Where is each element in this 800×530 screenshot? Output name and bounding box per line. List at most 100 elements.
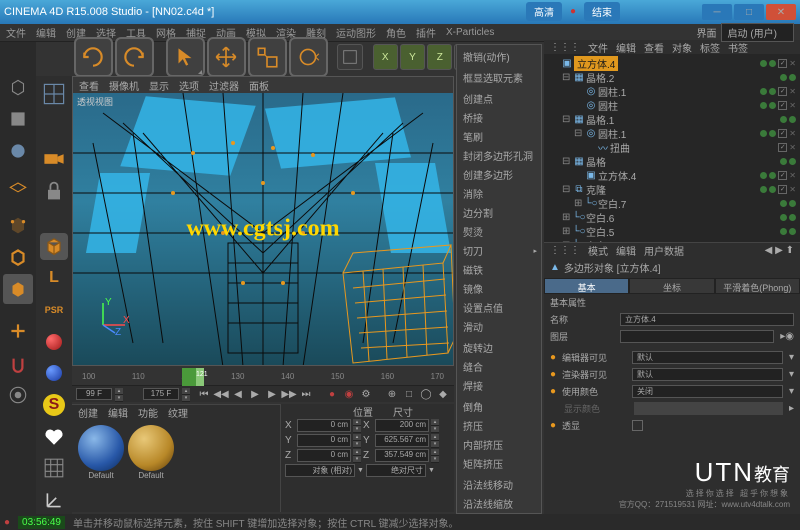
attr-tab-edit[interactable]: 编辑 (616, 243, 636, 258)
tree-row[interactable]: ▣立方体.4✓✕ (544, 168, 800, 182)
coord-mode[interactable]: 对象 (相对) (285, 464, 355, 477)
ctx-spin-edge[interactable]: 旋转边 (457, 338, 541, 357)
viewport-layout-button[interactable] (40, 80, 68, 108)
play-button[interactable]: ▶ (248, 388, 262, 400)
lock-icon[interactable] (40, 177, 68, 205)
menu-edit[interactable]: 编辑 (36, 25, 56, 40)
size-x[interactable]: 200 cm (375, 419, 429, 432)
tree-row[interactable]: ⊟▦晶格.1 (544, 112, 800, 126)
mat-tab-function[interactable]: 功能 (138, 405, 158, 420)
ctx-close-hole[interactable]: 封闭多边形孔洞 (457, 146, 541, 165)
ctx-weld[interactable]: 焊接 (457, 376, 541, 395)
s-icon[interactable]: S (40, 391, 68, 419)
menu-mograph[interactable]: 运动图形 (336, 25, 376, 40)
vp-menu-cameras[interactable]: 摄像机 (109, 78, 139, 93)
ctx-stitch[interactable]: 缝合 (457, 357, 541, 376)
viewport[interactable]: 查看 摄像机 显示 选项 过滤器 面板 透视视图 (72, 76, 454, 366)
record-button[interactable]: ● (325, 388, 339, 400)
vp-menu-view[interactable]: 查看 (79, 78, 99, 93)
edge-mode-button[interactable] (3, 242, 33, 272)
vp-menu-filter[interactable]: 过滤器 (209, 78, 239, 93)
start-spinner[interactable]: ▴▾ (115, 388, 123, 401)
ctx-iron[interactable]: 熨烫 (457, 222, 541, 241)
axis-l-icon[interactable]: L (40, 264, 68, 292)
ctx-normal-move[interactable]: 沿法线移动 (457, 475, 541, 494)
texture-mode-button[interactable] (3, 136, 33, 166)
ctx-brush[interactable]: 笔刷 (457, 127, 541, 146)
param-key-button[interactable]: ◆ (436, 388, 450, 400)
attr-render-vis[interactable]: 默认 (632, 368, 783, 381)
viewport-canvas[interactable]: 透视视图 (73, 93, 453, 365)
timeline-ruler[interactable]: 100 110 120 130 140 150 160 170 121 (72, 368, 454, 386)
prev-key-button[interactable]: ◀◀ (214, 388, 228, 400)
ctx-mirror[interactable]: 镜像 (457, 279, 541, 298)
vp-menu-options[interactable]: 选项 (179, 78, 199, 93)
tree-row[interactable]: ◎圆柱.1✓✕ (544, 84, 800, 98)
obj-tab-view[interactable]: 查看 (644, 40, 664, 55)
playhead[interactable] (182, 368, 196, 386)
point-mode-button[interactable] (3, 210, 33, 240)
menu-plugins[interactable]: 插件 (416, 25, 436, 40)
ctx-create-poly[interactable]: 创建多边形 (457, 165, 541, 184)
ctx-bevel[interactable]: 倒角 (457, 397, 541, 416)
start-frame[interactable]: 99 F (76, 388, 112, 400)
ctx-edge-cut[interactable]: 边分割 (457, 203, 541, 222)
vp-menu-display[interactable]: 显示 (149, 78, 169, 93)
material-1[interactable]: Default (78, 425, 124, 480)
menu-character[interactable]: 角色 (386, 25, 406, 40)
attr-editor-vis[interactable]: 默认 (632, 351, 783, 364)
psr-label[interactable]: PSR (40, 296, 68, 324)
tree-row[interactable]: ⊟▦晶格 (544, 154, 800, 168)
ctx-create-point[interactable]: 创建点 (457, 89, 541, 108)
move-tool[interactable] (207, 37, 246, 77)
attr-name-field[interactable]: 立方体.4 (620, 313, 794, 326)
scale-tool[interactable] (248, 37, 287, 77)
tree-row[interactable]: ⊞└○空白.5 (544, 224, 800, 238)
goto-start-button[interactable]: ⏮ (197, 388, 211, 400)
ctx-extrude[interactable]: 挤压 (457, 416, 541, 435)
window-close-button[interactable]: ✕ (766, 4, 796, 20)
window-maximize-button[interactable]: □ (734, 4, 764, 20)
ctx-dissolve[interactable]: 消除 (457, 184, 541, 203)
end-spinner[interactable]: ▴▾ (182, 388, 190, 401)
tree-row[interactable]: ▣立方体.4✓✕ (544, 56, 800, 70)
mat-tab-texture[interactable]: 纹理 (168, 405, 188, 420)
attr-subtab-phong[interactable]: 平滑着色(Phong) (715, 278, 800, 294)
material-2[interactable]: Default (128, 425, 174, 480)
tree-row[interactable]: ⊞└○空白.7 (544, 196, 800, 210)
redo-button[interactable] (115, 37, 154, 77)
cube-icon[interactable] (40, 233, 68, 261)
window-minimize-button[interactable]: ─ (702, 4, 732, 20)
tree-row[interactable]: ⊟▦晶格.2 (544, 70, 800, 84)
pos-key-button[interactable]: ⊕ (385, 388, 399, 400)
scale-key-button[interactable]: □ (402, 388, 416, 400)
ctx-set-point[interactable]: 设置点值 (457, 298, 541, 317)
obj-tab-bookmarks[interactable]: 书签 (728, 40, 748, 55)
next-frame-button[interactable]: ▶ (265, 388, 279, 400)
attr-layer-field[interactable] (620, 330, 774, 343)
attr-tab-userdata[interactable]: 用户数据 (644, 243, 684, 258)
model-mode-button[interactable] (3, 104, 33, 134)
object-manager[interactable]: ▣立方体.4✓✕⊟▦晶格.2◎圆柱.1✓✕◎圆柱✓✕⊟▦晶格.1⊟◎圆柱.1✓✕… (544, 54, 800, 242)
tree-row[interactable]: ⊟◎圆柱.1✓✕ (544, 126, 800, 140)
camera-icon[interactable] (40, 145, 68, 173)
tree-row[interactable]: ⊟⧉克隆✓✕ (544, 182, 800, 196)
ctx-knife[interactable]: 切刀▸ (457, 241, 541, 260)
ctx-magnet[interactable]: 磁铁 (457, 260, 541, 279)
rotate-tool[interactable] (289, 37, 328, 77)
ctx-normal-scale[interactable]: 沿法线缩放 (457, 494, 541, 513)
axis-mode-button[interactable] (3, 316, 33, 346)
attr-subtab-coord[interactable]: 坐标 (629, 278, 714, 294)
menu-file[interactable]: 文件 (6, 25, 26, 40)
size-y[interactable]: 625.567 cm (375, 434, 429, 447)
select-tool[interactable] (166, 37, 205, 77)
grid-icon[interactable] (40, 455, 68, 483)
ctx-bridge[interactable]: 桥接 (457, 108, 541, 127)
tree-row[interactable]: ◎圆柱✓✕ (544, 98, 800, 112)
vp-menu-panel[interactable]: 面板 (249, 78, 269, 93)
attr-use-color[interactable]: 关闭 (632, 385, 783, 398)
polygon-mode-button[interactable] (3, 274, 33, 304)
rot-key-button[interactable]: ◯ (419, 388, 433, 400)
y-lock-button[interactable]: Y (400, 44, 425, 70)
end-button[interactable]: 结束 (584, 2, 620, 21)
